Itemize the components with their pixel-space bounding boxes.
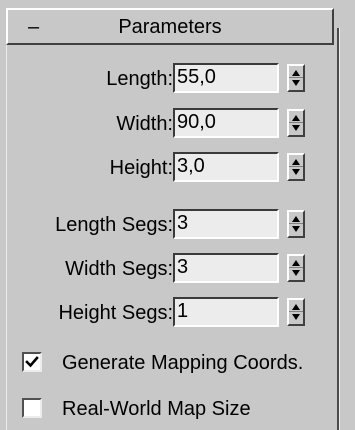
param-row-length-segs: Length Segs: 3 xyxy=(0,209,355,243)
generate-mapping-coords-label: Generate Mapping Coords. xyxy=(62,352,304,374)
length-spinner[interactable] xyxy=(287,64,305,92)
rollout-title-bar[interactable]: – Parameters xyxy=(6,8,334,45)
spinner-up-arrow-icon[interactable] xyxy=(292,260,300,266)
height-input[interactable]: 3,0 xyxy=(173,152,279,182)
spinner-up-arrow-icon[interactable] xyxy=(292,304,300,310)
spinner-down-arrow-icon[interactable] xyxy=(292,80,300,86)
param-row-width: Width: 90,0 xyxy=(0,108,355,142)
length-segs-spinner[interactable] xyxy=(287,210,305,238)
length-label: Length: xyxy=(106,68,173,90)
generate-mapping-coords-checkbox[interactable] xyxy=(22,352,42,372)
spinner-divider xyxy=(289,77,303,78)
width-label: Width: xyxy=(116,113,173,135)
height-segs-spinner[interactable] xyxy=(287,298,305,326)
width-segs-label: Width Segs: xyxy=(65,258,173,280)
length-input[interactable]: 55,0 xyxy=(173,63,279,93)
length-segs-input[interactable]: 3 xyxy=(173,209,279,239)
height-spinner[interactable] xyxy=(287,153,305,181)
spinner-up-arrow-icon[interactable] xyxy=(292,115,300,121)
param-row-length: Length: 55,0 xyxy=(0,63,355,97)
height-segs-input[interactable]: 1 xyxy=(173,297,279,327)
width-segs-spinner[interactable] xyxy=(287,254,305,282)
width-input[interactable]: 90,0 xyxy=(173,108,279,138)
spinner-divider xyxy=(289,311,303,312)
height-label: Height: xyxy=(109,157,173,179)
spinner-up-arrow-icon[interactable] xyxy=(292,70,300,76)
real-world-map-size-label: Real-World Map Size xyxy=(62,398,251,420)
spinner-down-arrow-icon[interactable] xyxy=(292,270,300,276)
spinner-divider xyxy=(289,166,303,167)
checkmark-icon xyxy=(25,356,39,368)
real-world-map-size-checkbox[interactable] xyxy=(22,398,42,418)
spinner-down-arrow-icon[interactable] xyxy=(292,226,300,232)
length-segs-label: Length Segs: xyxy=(55,214,173,236)
rollout-title: Parameters xyxy=(118,16,222,38)
width-spinner[interactable] xyxy=(287,109,305,137)
spinner-up-arrow-icon[interactable] xyxy=(292,159,300,165)
spinner-divider xyxy=(289,122,303,123)
spinner-up-arrow-icon[interactable] xyxy=(292,216,300,222)
spinner-divider xyxy=(289,223,303,224)
param-row-width-segs: Width Segs: 3 xyxy=(0,253,355,287)
spinner-down-arrow-icon[interactable] xyxy=(292,169,300,175)
width-segs-input[interactable]: 3 xyxy=(173,253,279,283)
height-segs-label: Height Segs: xyxy=(58,302,173,324)
spinner-divider xyxy=(289,267,303,268)
spinner-down-arrow-icon[interactable] xyxy=(292,125,300,131)
param-row-height-segs: Height Segs: 1 xyxy=(0,297,355,331)
spinner-down-arrow-icon[interactable] xyxy=(292,314,300,320)
param-row-height: Height: 3,0 xyxy=(0,152,355,186)
